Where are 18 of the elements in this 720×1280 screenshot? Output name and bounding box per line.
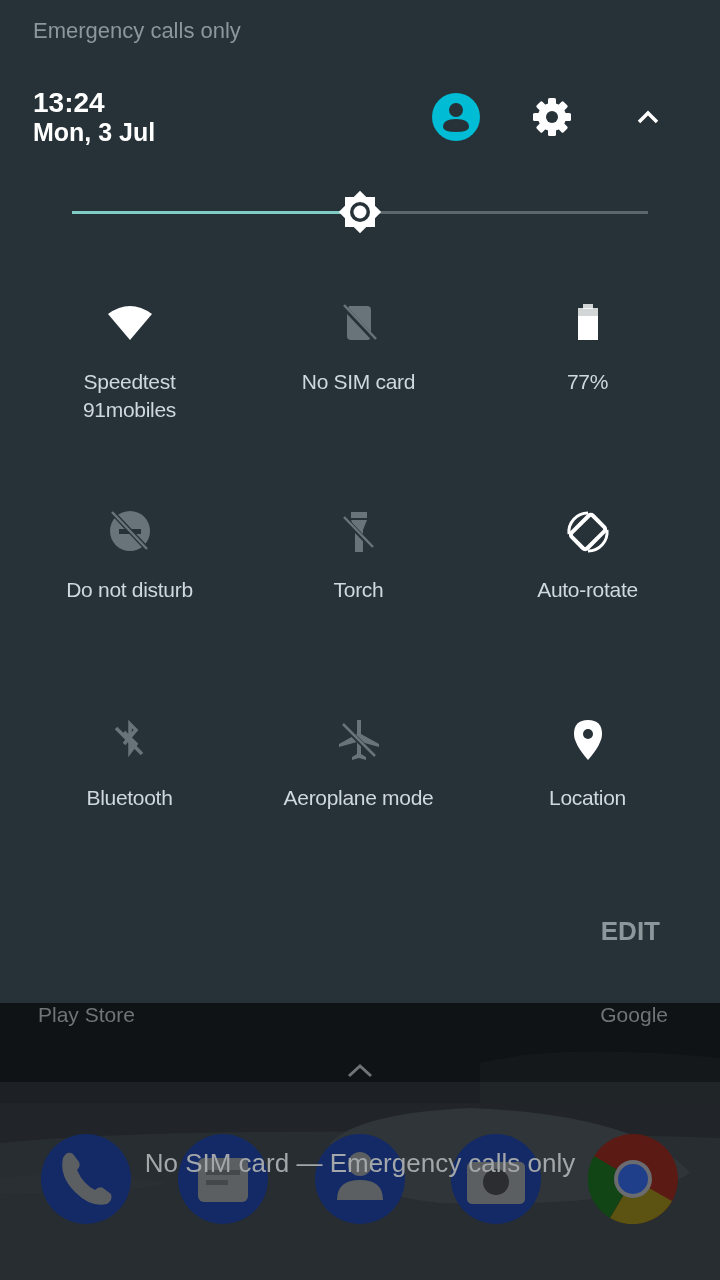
quick-setting-tile[interactable]: Location	[473, 716, 702, 866]
quick-setting-tile[interactable]: Speedtest 91mobiles	[15, 300, 244, 450]
quick-setting-tile[interactable]: No SIM card	[244, 300, 473, 450]
quick-setting-tile[interactable]: 77%	[473, 300, 702, 450]
clock-time: 13:24	[33, 88, 106, 118]
quick-setting-tile[interactable]: Do not disturb	[15, 508, 244, 658]
browser-icon[interactable]	[588, 1134, 678, 1224]
phone-icon[interactable]	[41, 1134, 131, 1224]
edit-button[interactable]: EDIT	[596, 912, 664, 951]
quick-setting-tile[interactable]: Aeroplane mode	[244, 716, 473, 866]
app-label[interactable]: Google	[600, 1003, 668, 1027]
date-text: Mon, 3 Jul	[33, 118, 156, 146]
quick-setting-tile[interactable]: Auto-rotate	[473, 508, 702, 658]
user-avatar-icon[interactable]	[432, 93, 480, 141]
quick-setting-tile[interactable]: Bluetooth	[15, 716, 244, 866]
status-text: Emergency calls only	[32, 18, 242, 45]
app-label[interactable]: Play Store	[38, 1003, 135, 1027]
quick-setting-tile[interactable]: Torch	[244, 508, 473, 658]
